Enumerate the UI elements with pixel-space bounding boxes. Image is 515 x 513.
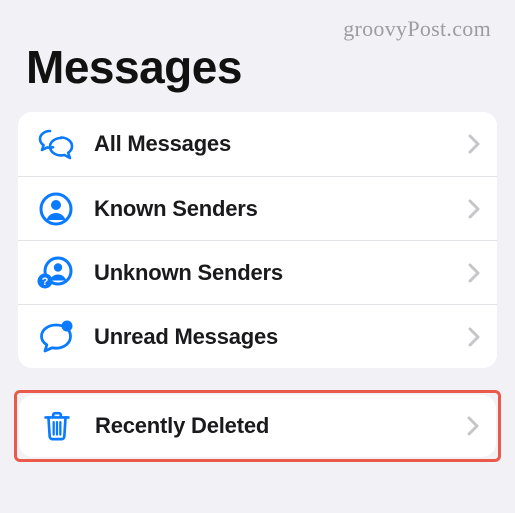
filter-unread-messages[interactable]: Unread Messages	[18, 304, 497, 368]
filter-label: All Messages	[76, 131, 465, 157]
unread-messages-icon	[36, 317, 76, 357]
filter-label: Unread Messages	[76, 324, 465, 350]
chevron-right-icon	[465, 195, 483, 223]
messages-icon	[36, 124, 76, 164]
filter-label: Unknown Senders	[76, 260, 465, 286]
recently-deleted-row[interactable]: Recently Deleted	[19, 395, 496, 457]
filter-known-senders[interactable]: Known Senders	[18, 176, 497, 240]
recently-deleted-highlight: Recently Deleted	[14, 390, 501, 462]
chevron-right-icon	[465, 323, 483, 351]
chevron-right-icon	[464, 412, 482, 440]
chevron-right-icon	[465, 130, 483, 158]
known-senders-icon	[36, 189, 76, 229]
trash-icon	[37, 406, 77, 446]
chevron-right-icon	[465, 259, 483, 287]
recently-deleted-label: Recently Deleted	[77, 413, 464, 439]
filter-unknown-senders[interactable]: ? Unknown Senders	[18, 240, 497, 304]
svg-text:?: ?	[42, 276, 49, 288]
unknown-senders-icon: ?	[36, 253, 76, 293]
watermark-text: groovyPost.com	[343, 16, 491, 42]
filter-label: Known Senders	[76, 196, 465, 222]
filters-card: All Messages Known Senders ?	[18, 112, 497, 368]
filter-all-messages[interactable]: All Messages	[18, 112, 497, 176]
